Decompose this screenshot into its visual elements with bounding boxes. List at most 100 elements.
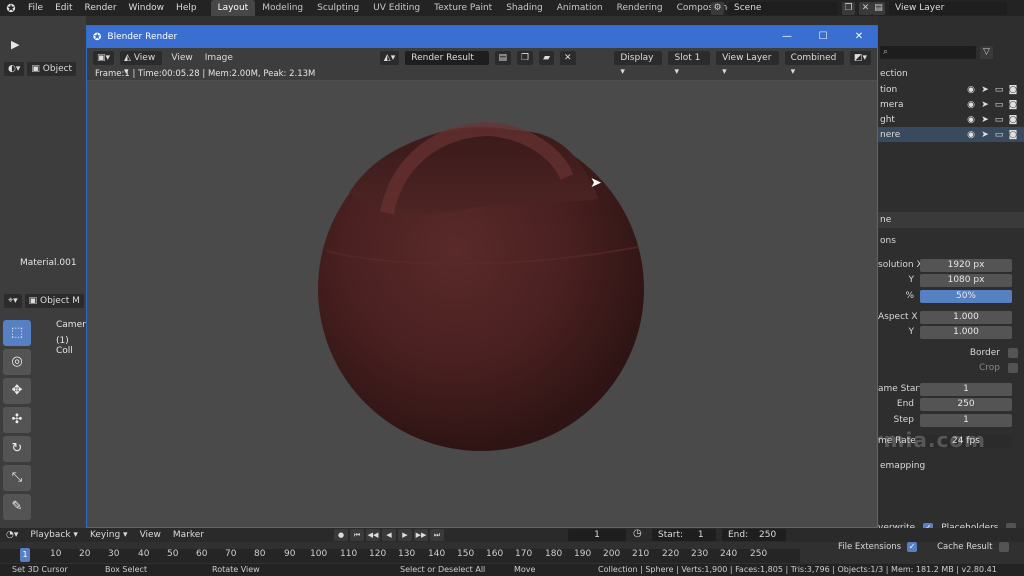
- menu-edit[interactable]: Edit: [49, 0, 78, 16]
- play-icon[interactable]: ▶: [398, 529, 412, 541]
- jump-start-icon[interactable]: ⏮: [350, 529, 364, 541]
- frame-step-field[interactable]: 1: [920, 413, 1012, 427]
- scene-icon[interactable]: ⚙: [711, 1, 724, 15]
- outliner-search-input[interactable]: ⌕: [880, 45, 976, 59]
- menu-marker[interactable]: Marker: [167, 530, 210, 540]
- new-image-icon[interactable]: ❐: [517, 51, 534, 65]
- 3d-viewport[interactable]: ▶ ◐▾ ▣ Object Material.001 ⌖▾ ▣ Object M…: [0, 16, 91, 528]
- resolution-percent-slider[interactable]: 50%: [920, 289, 1012, 303]
- view-mode-dropdown[interactable]: ◭ View ▾: [120, 51, 163, 77]
- prev-keyframe-icon[interactable]: ◀◀: [366, 529, 380, 541]
- select-arrow-icon[interactable]: ➤: [978, 130, 992, 140]
- menu-file[interactable]: File: [22, 0, 49, 16]
- aspect-x-field[interactable]: 1.000: [920, 310, 1012, 324]
- clock-icon[interactable]: ◷: [633, 528, 642, 539]
- select-arrow-icon[interactable]: ➤: [978, 100, 992, 110]
- image-browse-icon[interactable]: ◭▾: [379, 51, 400, 65]
- filter-icon[interactable]: ▽: [980, 45, 993, 59]
- frame-end-field[interactable]: 250: [920, 397, 1012, 411]
- tab-rendering[interactable]: Rendering: [610, 0, 670, 16]
- resolution-x-field[interactable]: 1920 px: [920, 258, 1012, 272]
- slot-dropdown[interactable]: Slot 1 ▾: [668, 51, 711, 77]
- blender-logo-icon[interactable]: ✪: [0, 2, 22, 15]
- editor-type2-icon[interactable]: ⌖▾: [4, 294, 22, 308]
- cursor-tool-icon[interactable]: ◎: [3, 349, 31, 375]
- outliner-row-light[interactable]: ght ◉ ➤ ▭ ◙: [878, 112, 1024, 127]
- menu-help[interactable]: Help: [170, 0, 203, 16]
- record-icon[interactable]: ●: [334, 529, 348, 541]
- time-remapping-header[interactable]: emapping: [878, 458, 1024, 474]
- tab-sculpting[interactable]: Sculpting: [310, 0, 366, 16]
- timeline-editor-icon[interactable]: ◔▾: [0, 530, 24, 540]
- view-layer-dropdown[interactable]: View Layer ▾: [716, 51, 779, 77]
- timeline-ruler[interactable]: 10 20 30 40 50 60 70 80 90 100 110 120 1…: [0, 549, 800, 563]
- view-layer-icon[interactable]: ▤: [872, 1, 885, 15]
- menu-timeline-view[interactable]: View: [134, 530, 167, 540]
- menu-render[interactable]: Render: [79, 0, 123, 16]
- jump-end-icon[interactable]: ⏭: [430, 529, 444, 541]
- monitor-icon[interactable]: ▭: [992, 115, 1006, 125]
- display-dropdown[interactable]: Display ▾: [614, 51, 663, 77]
- tab-shading[interactable]: Shading: [499, 0, 550, 16]
- resolution-y-field[interactable]: 1080 px: [920, 273, 1012, 287]
- camera-render-icon[interactable]: ◙: [1006, 85, 1020, 95]
- file-extensions-checkbox[interactable]: ✓: [907, 541, 918, 552]
- outliner-collection-header[interactable]: ection: [878, 66, 1024, 81]
- select-arrow-icon[interactable]: ➤: [978, 85, 992, 95]
- menu-window[interactable]: Window: [123, 0, 171, 16]
- translate-tool-icon[interactable]: ✣: [3, 407, 31, 433]
- image-name-field[interactable]: Render Result: [405, 51, 489, 65]
- border-checkbox[interactable]: [1008, 348, 1018, 358]
- monitor-icon[interactable]: ▭: [992, 100, 1006, 110]
- tab-texture-paint[interactable]: Texture Paint: [427, 0, 499, 16]
- new-scene-icon[interactable]: ❐: [842, 1, 855, 15]
- start-frame-field[interactable]: Start: 1: [652, 529, 716, 541]
- next-keyframe-icon[interactable]: ▶▶: [414, 529, 428, 541]
- minimize-icon[interactable]: —: [769, 26, 805, 48]
- select-arrow-icon[interactable]: ➤: [978, 115, 992, 125]
- end-frame-field[interactable]: End: 250: [722, 529, 786, 541]
- monitor-icon[interactable]: ▭: [992, 130, 1006, 140]
- scene-field[interactable]: Scene: [728, 1, 838, 15]
- eye-icon[interactable]: ◉: [964, 115, 978, 125]
- camera-render-icon[interactable]: ◙: [1006, 115, 1020, 125]
- play-arrow-icon[interactable]: ▶: [11, 38, 19, 51]
- delete-scene-icon[interactable]: ✕: [859, 1, 872, 15]
- pass-dropdown[interactable]: Combined ▾: [784, 51, 844, 77]
- dimensions-panel-header[interactable]: ons: [878, 233, 1024, 249]
- properties-header[interactable]: ne: [878, 212, 1024, 228]
- open-image-icon[interactable]: ▰: [539, 51, 555, 65]
- rotate-tool-icon[interactable]: ↻: [3, 436, 31, 462]
- editor-type-icon[interactable]: ◐▾: [4, 62, 25, 76]
- eye-icon[interactable]: ◉: [964, 100, 978, 110]
- camera-render-icon[interactable]: ◙: [1006, 130, 1020, 140]
- aspect-y-field[interactable]: 1.000: [920, 325, 1012, 339]
- scale-tool-icon[interactable]: ⤡: [3, 465, 31, 491]
- outliner-row-camera[interactable]: mera ◉ ➤ ▭ ◙: [878, 97, 1024, 112]
- unlink-image-icon[interactable]: ✕: [560, 51, 576, 65]
- move-tool-icon[interactable]: ✥: [3, 378, 31, 404]
- tab-modeling[interactable]: Modeling: [255, 0, 310, 16]
- menu-playback[interactable]: Playback ▾: [24, 530, 84, 540]
- channels-icon[interactable]: ◩▾: [849, 51, 871, 65]
- eye-icon[interactable]: ◉: [964, 130, 978, 140]
- render-result-canvas[interactable]: ➤: [87, 81, 877, 527]
- close-icon[interactable]: ✕: [841, 26, 877, 48]
- annotate-tool-icon[interactable]: ✎: [3, 494, 31, 520]
- view-layer-field[interactable]: View Layer: [889, 1, 1007, 15]
- tab-uv-editing[interactable]: UV Editing: [366, 0, 427, 16]
- mode-dropdown[interactable]: ▣ Object: [27, 62, 77, 76]
- camera-render-icon[interactable]: ◙: [1006, 100, 1020, 110]
- eye-icon[interactable]: ◉: [964, 85, 978, 95]
- maximize-icon[interactable]: ☐: [805, 26, 841, 48]
- monitor-icon[interactable]: ▭: [992, 85, 1006, 95]
- play-reverse-icon[interactable]: ◀: [382, 529, 396, 541]
- mode2-dropdown[interactable]: ▣ Object M: [24, 294, 84, 308]
- cache-result-checkbox[interactable]: [998, 541, 1009, 552]
- menu-image[interactable]: Image: [202, 53, 236, 63]
- menu-view[interactable]: View: [168, 53, 195, 63]
- editor-type-image-icon[interactable]: ▣▾: [93, 51, 115, 65]
- current-frame-field[interactable]: 1: [568, 529, 626, 541]
- outliner-row-sphere[interactable]: nere ◉ ➤ ▭ ◙: [878, 127, 1024, 142]
- outliner-row-collection[interactable]: tion ◉ ➤ ▭ ◙: [878, 82, 1024, 97]
